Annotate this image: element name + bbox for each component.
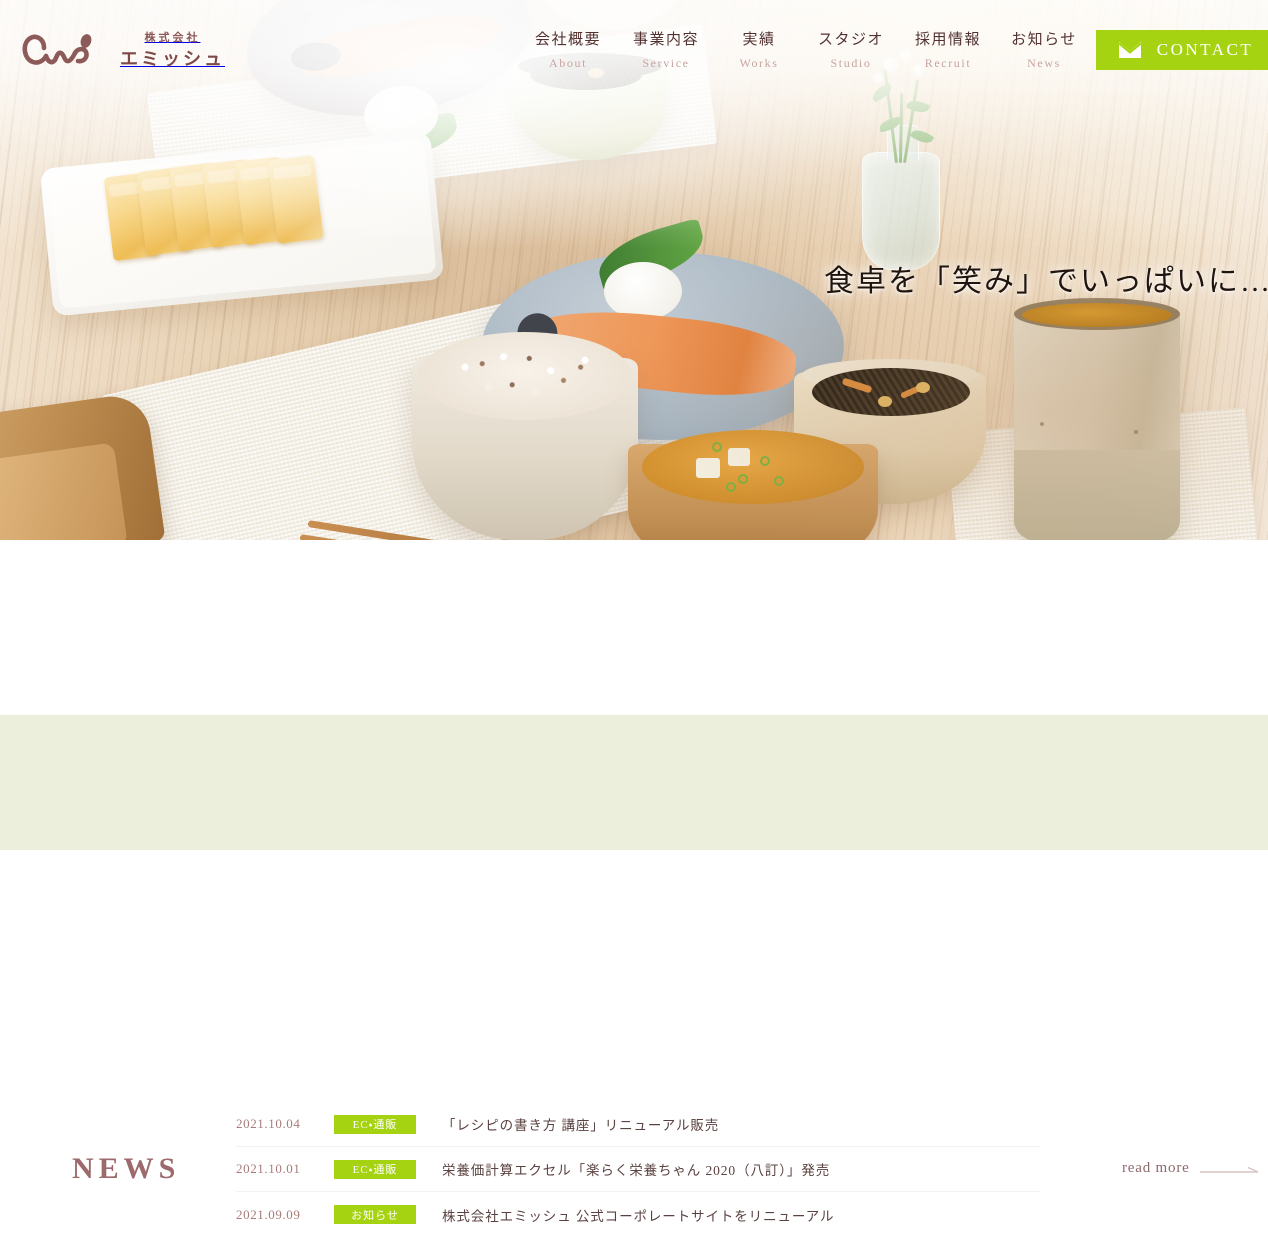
nav-label-ja: 会社概要 xyxy=(534,32,601,48)
main-navigation: 会社概要 About 事業内容 Service 実績 Works スタジオ St… xyxy=(520,28,1092,71)
read-more-label: read more xyxy=(1122,1160,1190,1176)
news-read-more-link[interactable]: read more xyxy=(1122,1160,1260,1177)
site-logo[interactable]: 株式会社 エミッシュ xyxy=(18,26,225,74)
contact-button[interactable]: CONTACT xyxy=(1096,30,1268,70)
news-item[interactable]: 2021.09.09 お知らせ 株式会社エミッシュ 公式コーポレートサイトをリニ… xyxy=(236,1192,1040,1237)
wooden-chair-back xyxy=(0,391,166,540)
nav-label-ja: お知らせ xyxy=(1011,32,1077,48)
news-list: 2021.10.04 EC・通販 「レシピの書き方 講座」リニューアル販売 20… xyxy=(236,1102,1040,1237)
multigrain-rice xyxy=(418,332,632,420)
site-header: 株式会社 エミッシュ 会社概要 About 事業内容 Service 実績 Wo… xyxy=(0,0,1268,100)
emi-script-logo-icon xyxy=(18,26,110,74)
nav-label-en: About xyxy=(549,56,587,70)
nav-item-studio[interactable]: スタジオ Studio xyxy=(802,28,900,71)
nav-item-service[interactable]: 事業内容 Service xyxy=(616,28,716,71)
nav-label-en: Recruit xyxy=(924,56,972,70)
nav-label-ja: 実績 xyxy=(742,32,776,48)
news-category-badge: EC・通販 xyxy=(334,1159,416,1179)
news-section: NEWS 2021.10.04 EC・通販 「レシピの書き方 講座」リニューアル… xyxy=(0,540,1268,1224)
nav-label-en: Works xyxy=(739,56,779,70)
news-date: 2021.09.09 xyxy=(236,1206,301,1222)
nav-item-works[interactable]: 実績 Works xyxy=(716,28,802,71)
news-title: 株式会社エミッシュ 公式コーポレートサイトをリニューアル xyxy=(442,1208,835,1224)
nav-item-about[interactable]: 会社概要 About xyxy=(520,28,616,71)
nav-label-ja: 採用情報 xyxy=(914,32,981,48)
news-date: 2021.10.04 xyxy=(236,1116,301,1131)
news-date: 2021.10.01 xyxy=(236,1161,301,1176)
news-category-badge: お知らせ xyxy=(334,1205,416,1224)
footer-green-band xyxy=(0,715,1268,850)
arrow-right-icon xyxy=(1199,1164,1260,1174)
envelope-icon xyxy=(1118,42,1142,58)
nav-label-en: News xyxy=(1027,56,1061,70)
contact-button-label: CONTACT xyxy=(1156,40,1254,59)
news-title: 栄養価計算エクセル「楽らく栄養ちゃん 2020（八訂）」発売 xyxy=(442,1163,831,1178)
logo-wordmark: 株式会社 エミッシュ xyxy=(120,31,225,69)
news-heading: NEWS xyxy=(72,1152,181,1185)
nav-label-ja: 事業内容 xyxy=(632,32,699,48)
news-category-badge: EC・通販 xyxy=(334,1114,416,1134)
soft-shadow xyxy=(628,200,1268,540)
hero-tagline: 食卓を「笑み」でいっぱいに… xyxy=(824,265,1268,298)
nav-item-news[interactable]: お知らせ News xyxy=(996,28,1092,71)
nav-label-en: Service xyxy=(642,56,690,70)
nav-label-ja: スタジオ xyxy=(817,32,884,48)
news-item[interactable]: 2021.10.01 EC・通販 栄養価計算エクセル「楽らく栄養ちゃん 2020… xyxy=(236,1147,1040,1192)
logo-company-name: エミッシュ xyxy=(120,48,225,69)
logo-kabushiki: 株式会社 xyxy=(144,31,201,44)
news-title: 「レシピの書き方 講座」リニューアル販売 xyxy=(442,1118,720,1133)
news-item[interactable]: 2021.10.04 EC・通販 「レシピの書き方 講座」リニューアル販売 xyxy=(236,1102,1040,1147)
nav-label-en: Studio xyxy=(830,56,872,70)
nav-item-recruit[interactable]: 採用情報 Recruit xyxy=(900,28,996,71)
